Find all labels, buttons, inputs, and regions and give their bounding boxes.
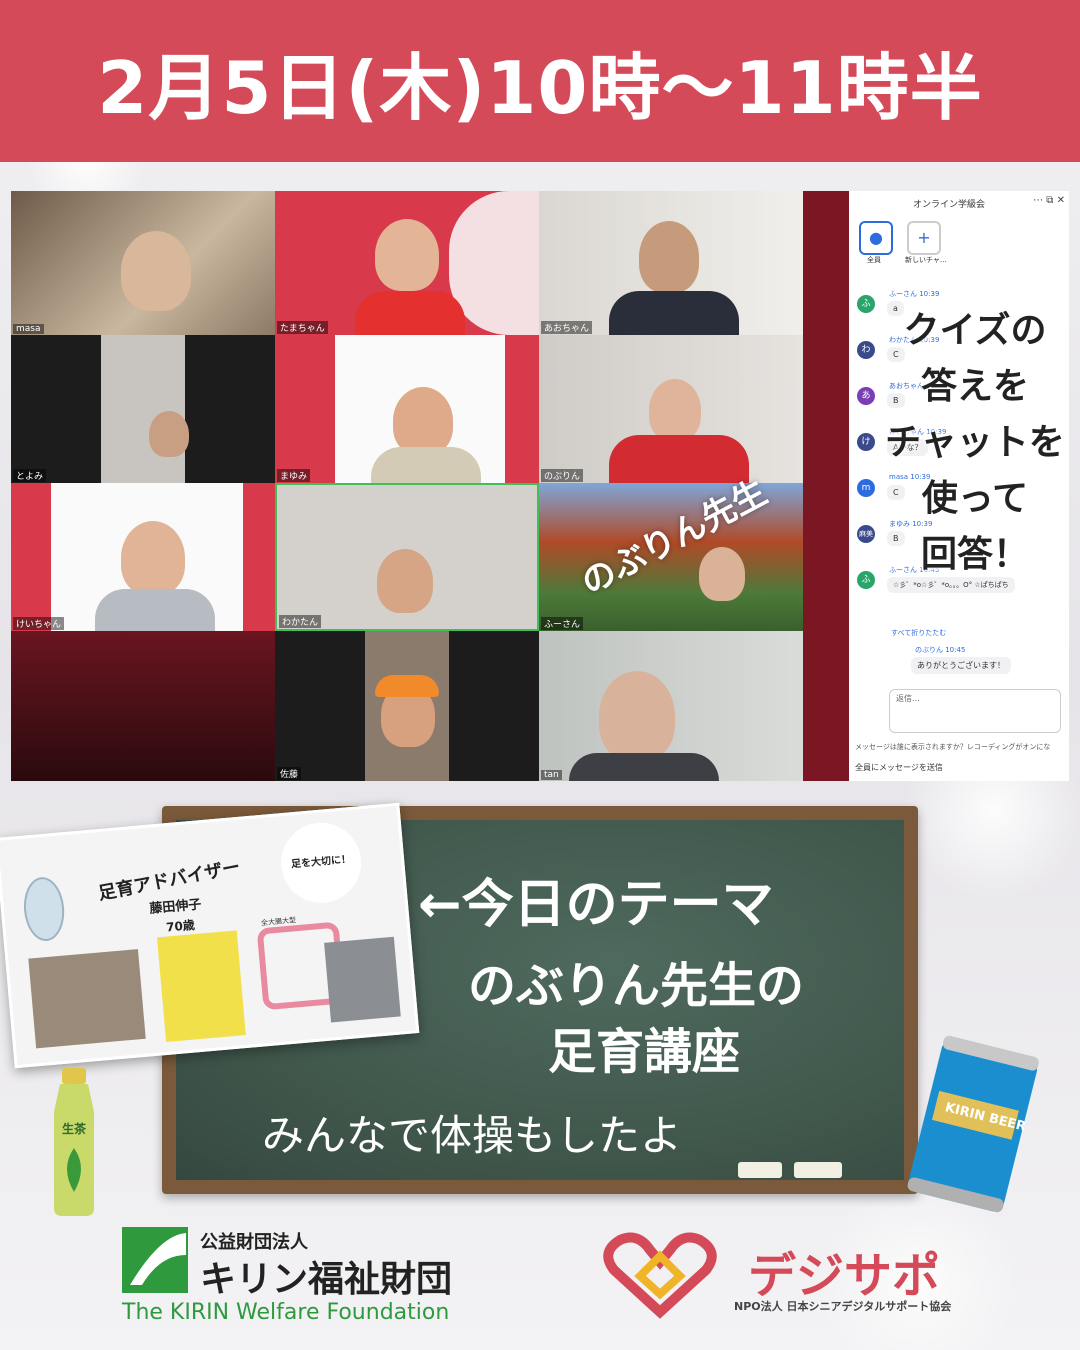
video-grid: masa たまちゃん あおちゃん とよみ まゆみ のぶりん けいちゃん わかたん…: [11, 191, 849, 781]
digisapo-main-text: デジサポ: [748, 1248, 941, 1304]
video-tile-keichan: けいちゃん: [11, 483, 275, 631]
board-theme-title: のぶりん先生の: [468, 958, 805, 1014]
board-theme-heading: ←今日のテーマ: [418, 875, 774, 935]
avatar: あ: [857, 387, 875, 405]
shoe-photo: [28, 949, 146, 1049]
participant-figure: [149, 411, 189, 457]
participant-figure: [375, 219, 439, 291]
avatar: け: [857, 433, 875, 451]
participant-figure: [377, 549, 433, 613]
video-tile-sato: 佐藤: [275, 631, 539, 781]
chat-header-icons[interactable]: ⋯ ⧉ ✕: [1033, 195, 1065, 206]
footprint-icon: [21, 875, 67, 943]
date-banner: 2月5日(木)10時〜11時半: [0, 0, 1080, 162]
chat-tab-all[interactable]: ●: [859, 221, 893, 255]
tile-name: masa: [13, 324, 44, 334]
quiz-overlay-text: クイズの 答えを チャットを 使って 回答！: [885, 310, 1065, 575]
chat-title: オンライン学級会: [912, 200, 985, 210]
video-tile-tamachan: たまちゃん: [275, 191, 539, 335]
tile-name: とよみ: [13, 469, 47, 482]
flyer-name: 藤田伸子: [148, 897, 202, 917]
participant-figure: [649, 379, 701, 441]
zoom-screenshot: masa たまちゃん あおちゃん とよみ まゆみ のぶりん けいちゃん わかたん…: [11, 191, 1069, 781]
avatar: m: [857, 479, 875, 497]
video-tile-tan: tan: [539, 631, 803, 781]
avatar: ふ: [857, 571, 875, 589]
tile-name: わかたん: [279, 615, 322, 628]
avatar: 麻美: [857, 525, 875, 543]
kirin-english-text: The KIRIN Welfare Foundation: [122, 1300, 450, 1325]
tile-name: たまちゃん: [277, 321, 328, 334]
board-theme-subtitle: 足育講座: [548, 1024, 741, 1080]
chat-panel: オンライン学級会 ⋯ ⧉ ✕ ● 全員 + 新しいチャ… ふ ふーさん 10:3…: [849, 191, 1069, 781]
reply-meta: のぶりん 10:45: [915, 646, 966, 654]
flyer-age: 70歳: [165, 918, 196, 935]
board-note: みんなで体操もしたよ: [262, 1111, 683, 1160]
video-tile-noburin: のぶりん: [539, 335, 803, 483]
tile-name: けいちゃん: [13, 617, 65, 630]
tile-name: ふーさん: [541, 617, 584, 630]
tile-name: 佐藤: [277, 767, 302, 780]
chat-message-input[interactable]: 全員にメッセージを送信: [855, 762, 943, 773]
video-tile-empty: [11, 631, 275, 781]
video-tile-aochan: あおちゃん: [539, 191, 803, 335]
chat-tab-new[interactable]: +: [907, 221, 941, 255]
flyer-badge: 足を大切に！: [277, 819, 365, 907]
avatar: わ: [857, 341, 875, 359]
date-banner-text: 2月5日(木)10時〜11時半: [97, 45, 983, 130]
reply-input[interactable]: 返信...: [889, 689, 1061, 733]
tile-name: tan: [541, 770, 562, 780]
wheelchair-photo: [324, 936, 401, 1023]
video-tile-mayumi: まゆみ: [275, 335, 539, 483]
avatar: ふ: [857, 295, 875, 313]
video-tile-toyomi: とよみ: [11, 335, 275, 483]
participant-figure: [639, 221, 699, 293]
lecture-flyer: 足育アドバイザー 藤田伸子 70歳 足を大切に！ 全大腸大型: [0, 802, 420, 1069]
chalk: [738, 1162, 782, 1178]
bottle-label: 生茶: [62, 1122, 87, 1136]
tile-name: のぶりん: [541, 469, 584, 482]
participant-figure: [121, 231, 191, 311]
video-tile-masa: masa: [11, 191, 275, 335]
chalk: [794, 1162, 842, 1178]
chat-footer-notice: メッセージは誰に表示されますか？レコーディングがオンにな: [855, 743, 1051, 751]
reply-text: ありがとうございます！: [911, 657, 1011, 674]
chat-tab-all-label: 全員: [867, 256, 881, 264]
kirin-main-text: キリン福祉財団: [200, 1259, 453, 1300]
tile-name: まゆみ: [277, 469, 311, 482]
digisapo-sub-text: NPO法人 日本シニアデジタルサポート協会: [734, 1300, 952, 1313]
participant-figure: [121, 521, 185, 595]
collapse-link[interactable]: すべて折りたたむ: [891, 628, 946, 638]
namacha-bottle: [54, 1068, 94, 1216]
participant-figure: [599, 671, 675, 761]
participant-figure: [393, 387, 453, 455]
participant-figure: [699, 547, 745, 601]
video-tile-wakatan: わかたん: [275, 483, 539, 631]
instructor-photo: [156, 930, 246, 1042]
tile-name: あおちゃん: [541, 321, 593, 334]
message-meta: ふーさん 10:39: [889, 290, 940, 298]
chat-tab-new-label: 新しいチャ…: [905, 256, 947, 264]
